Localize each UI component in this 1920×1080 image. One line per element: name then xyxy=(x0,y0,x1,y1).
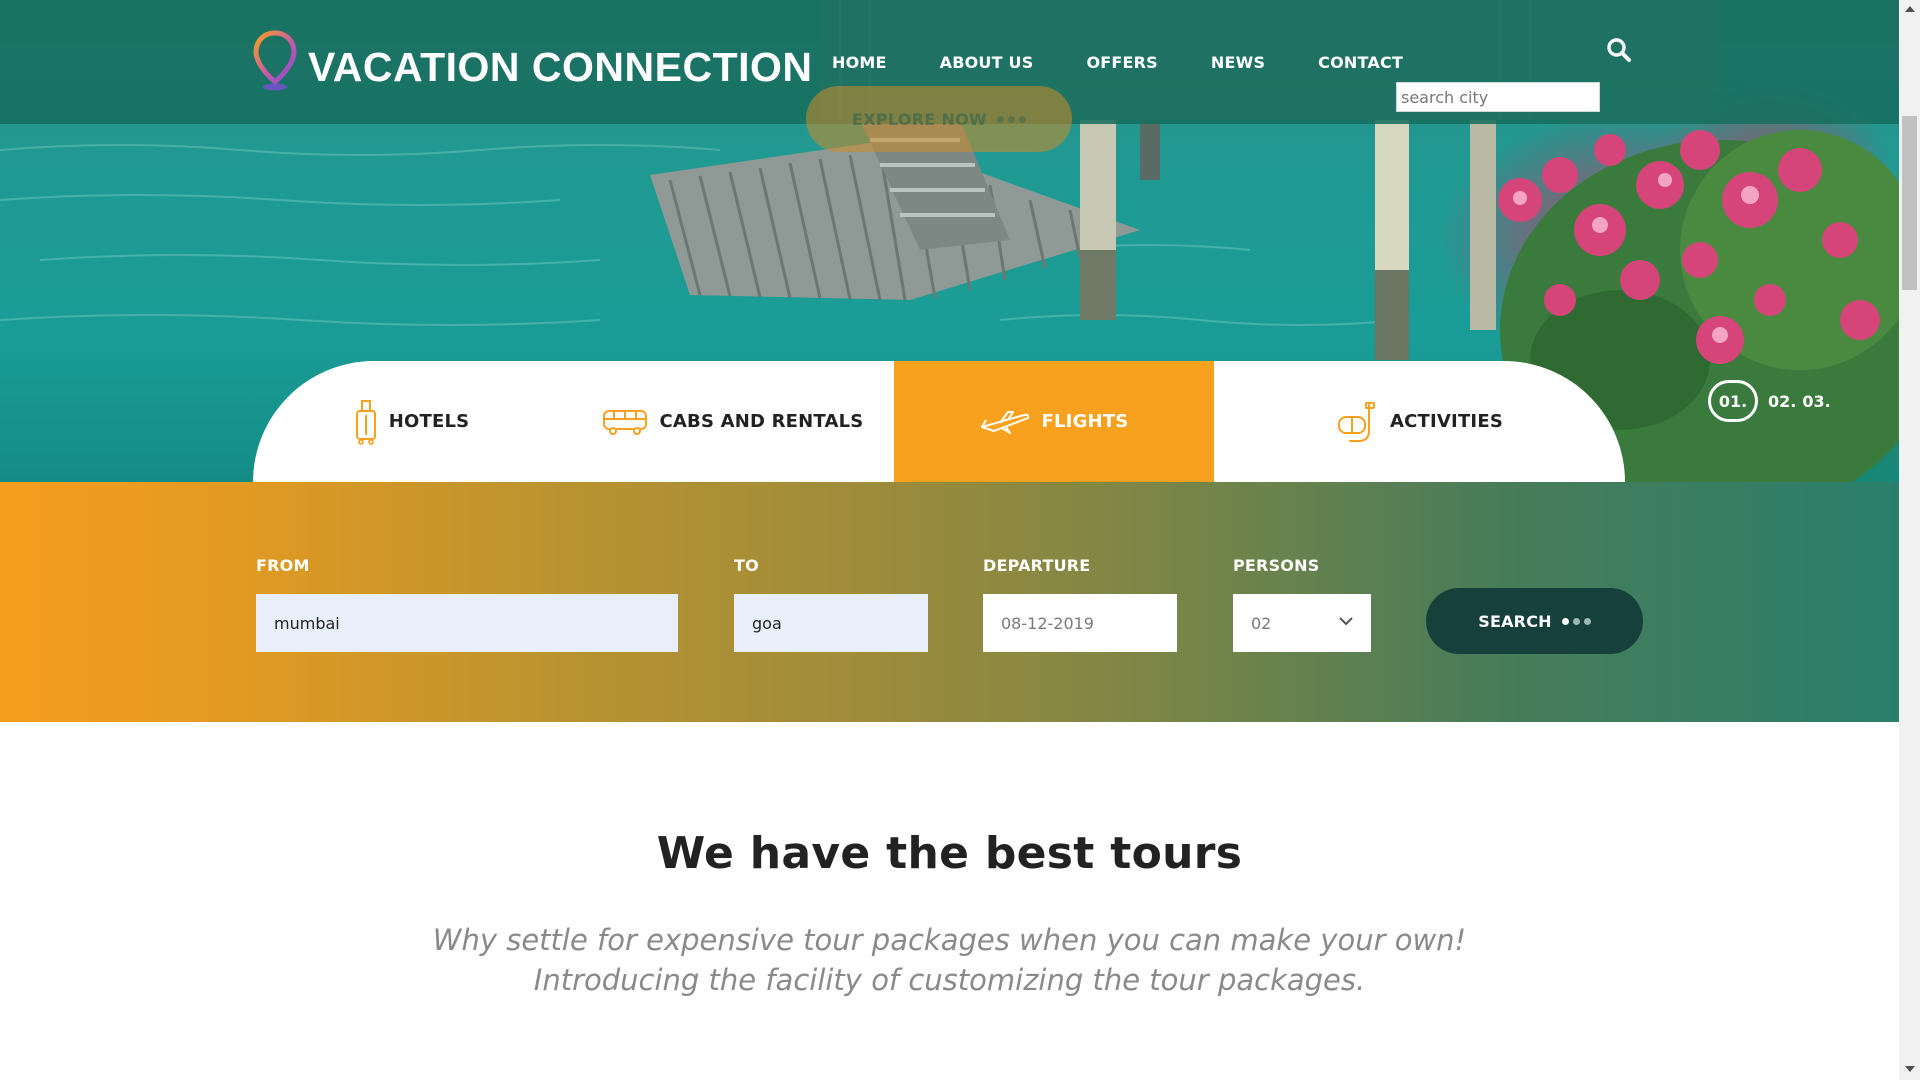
booking-tabs: HOTELS CABS AND RENTALS FLIGHTS ACTIVITI… xyxy=(253,361,1625,482)
from-label: FROM xyxy=(256,556,310,575)
subtext-line-1: Why settle for expensive tour packages w… xyxy=(432,923,1467,957)
scroll-down-arrow-icon[interactable] xyxy=(1905,1066,1915,1072)
nav-about-us[interactable]: ABOUT US xyxy=(940,53,1034,72)
departure-date-field[interactable] xyxy=(983,594,1177,652)
section-heading: We have the best tours xyxy=(656,828,1243,879)
search-icon[interactable] xyxy=(1606,37,1632,63)
persons-value: 02 xyxy=(1251,613,1272,633)
tab-cabs-label: CABS AND RENTALS xyxy=(659,411,864,432)
scroll-up-arrow-icon[interactable] xyxy=(1905,6,1915,12)
subtext-line-2: Introducing the facility of customizing … xyxy=(533,963,1366,997)
slide-active[interactable]: 01. xyxy=(1708,380,1758,422)
slide-two[interactable]: 02. xyxy=(1768,392,1796,411)
chevron-down-icon xyxy=(1339,617,1353,626)
nav-home[interactable]: HOME xyxy=(832,53,887,72)
slide-three[interactable]: 03. xyxy=(1802,392,1830,411)
tab-flights-label: FLIGHTS xyxy=(1041,411,1129,432)
nav-contact[interactable]: CONTACT xyxy=(1318,53,1403,72)
explore-now-label: EXPLORE NOW xyxy=(852,109,987,129)
tab-cabs-and-rentals[interactable]: CABS AND RENTALS xyxy=(571,361,894,482)
page-scrollbar[interactable] xyxy=(1899,0,1920,1080)
dots-icon xyxy=(1561,617,1591,625)
scroll-thumb[interactable] xyxy=(1902,116,1917,290)
nav-offers[interactable]: OFFERS xyxy=(1086,53,1157,72)
tab-hotels-label: HOTELS xyxy=(388,411,470,432)
from-field[interactable] xyxy=(256,594,678,652)
brand-name: VACATION CONNECTION xyxy=(308,43,813,90)
brand-logo[interactable]: VACATION CONNECTION xyxy=(252,28,813,94)
search-city-input[interactable] xyxy=(1396,82,1600,112)
explore-now-button[interactable]: EXPLORE NOW xyxy=(806,86,1072,152)
airplane-icon xyxy=(980,410,1029,434)
tab-activities[interactable]: ACTIVITIES xyxy=(1214,361,1625,482)
search-button[interactable]: SEARCH xyxy=(1426,588,1643,654)
to-field[interactable] xyxy=(734,594,928,652)
nav-news[interactable]: NEWS xyxy=(1211,53,1265,72)
persons-label: PERSONS xyxy=(1233,556,1320,575)
persons-select[interactable]: 02 xyxy=(1233,594,1371,652)
hero-banner: VACATION CONNECTION HOME ABOUT US OFFERS… xyxy=(0,0,1899,482)
page: VACATION CONNECTION HOME ABOUT US OFFERS… xyxy=(0,0,1899,1080)
to-label: TO xyxy=(734,556,759,575)
bus-icon xyxy=(602,409,647,435)
luggage-icon xyxy=(355,399,376,445)
section-subtext: Why settle for expensive tour packages w… xyxy=(0,920,1899,1000)
search-button-label: SEARCH xyxy=(1478,611,1552,631)
tab-flights[interactable]: FLIGHTS xyxy=(894,361,1214,482)
departure-label: DEPARTURE xyxy=(983,556,1091,575)
slide-indicator: 01. 02. 03. xyxy=(1708,380,1831,422)
snorkel-mask-icon xyxy=(1338,401,1375,442)
explore-dots-icon xyxy=(996,115,1026,123)
location-pin-icon xyxy=(253,30,297,91)
tab-activities-label: ACTIVITIES xyxy=(1390,411,1503,432)
tab-hotels[interactable]: HOTELS xyxy=(253,361,571,482)
main-nav: HOME ABOUT US OFFERS NEWS CONTACT xyxy=(832,53,1456,72)
